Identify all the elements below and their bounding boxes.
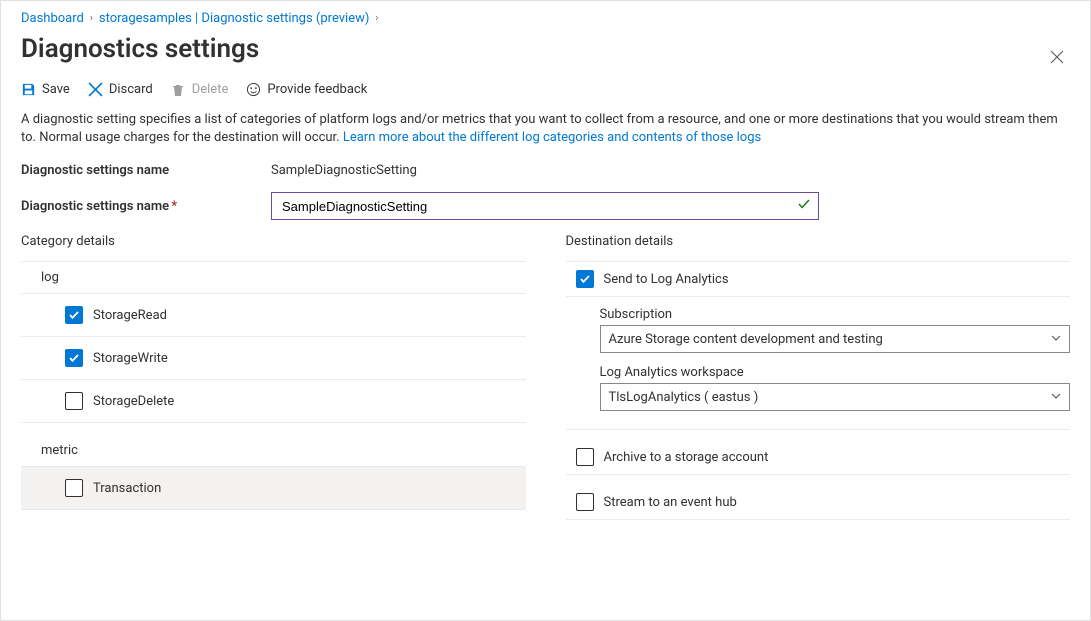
dest-log-analytics-label: Send to Log Analytics [604,272,729,287]
checkbox-storage[interactable] [576,448,594,466]
dest-storage-label: Archive to a storage account [604,450,769,465]
toolbar: Save Discard Delete Provide feedback [21,82,1070,97]
delete-icon [171,82,186,97]
description-text: A diagnostic setting specifies a list of… [21,111,1070,147]
workspace-select[interactable]: TlsLogAnalytics ( eastus ) [600,383,1070,411]
save-button[interactable]: Save [21,82,70,97]
discard-icon [88,82,103,97]
delete-label: Delete [192,82,229,97]
workspace-label: Log Analytics workspace [600,365,1071,380]
log-item-storageread[interactable]: StorageRead [21,293,526,337]
feedback-icon [246,82,261,97]
settings-name-value: SampleDiagnosticSetting [271,163,417,178]
settings-name-input-label: Diagnostic settings name* [21,199,271,214]
breadcrumb-dashboard[interactable]: Dashboard [21,11,84,26]
category-details-title: Category details [21,234,526,249]
log-item-label: StorageRead [93,308,167,323]
subscription-value: Azure Storage content development and te… [609,332,883,347]
category-details-column: Category details log StorageRead Storage… [21,234,526,520]
log-item-label: StorageWrite [93,351,168,366]
close-button[interactable] [1044,42,1070,75]
settings-name-input[interactable] [271,192,819,220]
discard-button[interactable]: Discard [88,82,153,97]
subscription-select[interactable]: Azure Storage content development and te… [600,325,1070,353]
log-analytics-subform: Subscription Azure Storage content devel… [566,297,1071,430]
subscription-label: Subscription [600,307,1071,322]
dest-storage-row[interactable]: Archive to a storage account [566,440,1071,475]
chevron-right-icon: › [375,13,378,24]
log-item-storagedelete[interactable]: StorageDelete [21,380,526,423]
log-item-storagewrite[interactable]: StorageWrite [21,337,526,380]
dest-log-analytics-row[interactable]: Send to Log Analytics [566,261,1071,297]
feedback-button[interactable]: Provide feedback [246,82,367,97]
destination-details-title: Destination details [566,234,1071,249]
dest-eventhub-row[interactable]: Stream to an event hub [566,485,1071,520]
checkbox-transaction[interactable] [65,479,83,497]
learn-more-link[interactable]: Learn more about the different log categ… [343,130,761,145]
settings-name-label: Diagnostic settings name [21,163,271,178]
log-item-label: StorageDelete [93,394,174,409]
log-section-header: log [21,261,526,293]
save-label: Save [42,82,70,97]
discard-label: Discard [109,82,153,97]
metric-item-transaction[interactable]: Transaction [21,466,526,510]
destination-details-column: Destination details Send to Log Analytic… [566,234,1071,520]
valid-check-icon [797,197,811,215]
dest-eventhub-label: Stream to an event hub [604,495,737,510]
close-icon [1050,48,1064,69]
checkbox-storageread[interactable] [65,306,83,324]
breadcrumb-storagesamples[interactable]: storagesamples | Diagnostic settings (pr… [99,11,370,26]
feedback-label: Provide feedback [267,82,367,97]
workspace-value: TlsLogAnalytics ( eastus ) [609,390,759,405]
checkbox-eventhub[interactable] [576,493,594,511]
delete-button: Delete [171,82,229,97]
chevron-down-icon [1051,333,1061,346]
chevron-down-icon [1051,391,1061,404]
page-title: Diagnostics settings [21,34,259,64]
checkbox-storagewrite[interactable] [65,349,83,367]
checkbox-log-analytics[interactable] [576,270,594,288]
breadcrumb: Dashboard › storagesamples | Diagnostic … [21,11,1070,26]
save-icon [21,82,36,97]
metric-section-header: metric [21,435,526,466]
required-indicator: * [171,199,177,214]
checkbox-storagedelete[interactable] [65,392,83,410]
metric-item-label: Transaction [93,481,161,496]
chevron-right-icon: › [90,13,93,24]
